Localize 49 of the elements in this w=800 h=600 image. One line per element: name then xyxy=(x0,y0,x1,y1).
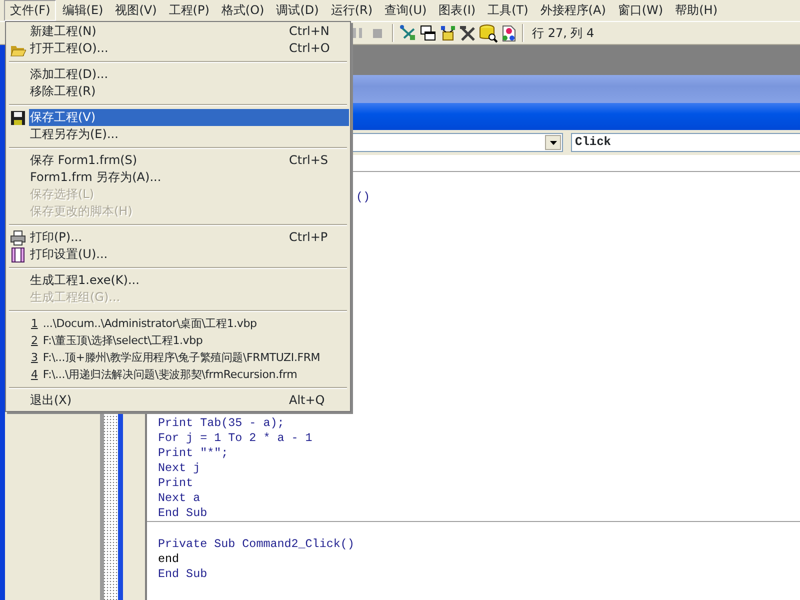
shortcut-text: Ctrl+O xyxy=(289,41,330,55)
procedure-dropdown[interactable]: Click xyxy=(571,133,800,152)
caret-icon xyxy=(550,140,556,144)
shortcut-text: Ctrl+N xyxy=(289,24,330,38)
shortcut-text: Ctrl+P xyxy=(289,230,328,244)
menu-item[interactable]: 运行(R) xyxy=(324,0,379,21)
code-line: Print xyxy=(158,476,194,490)
code-line: Print Tab(35 - a); xyxy=(158,416,284,430)
recent-file-number: 3 xyxy=(30,350,39,366)
database-search-icon[interactable] xyxy=(478,23,498,43)
menu-item[interactable]: 工具(T) xyxy=(482,0,534,21)
recent-file-number: 4 xyxy=(30,367,39,383)
menu-item[interactable]: 新建工程(N) Ctrl+N xyxy=(7,23,349,40)
recent-file-number: 1 xyxy=(30,316,39,332)
menu-item[interactable]: 视图(V) xyxy=(109,0,163,21)
diagram-icon[interactable] xyxy=(398,23,418,43)
menu-item[interactable]: 外接程序(A) xyxy=(534,0,612,21)
menu-item[interactable]: 打开工程(O)... Ctrl+O xyxy=(7,40,349,57)
menu-item[interactable]: 图表(I) xyxy=(432,0,482,21)
hammer-wrench-icon[interactable] xyxy=(458,23,478,43)
menu-item[interactable]: 移除工程(R) xyxy=(7,83,349,100)
menu-item[interactable]: 工程(P) xyxy=(162,0,216,21)
code-line: Private Sub Command2_Click() xyxy=(158,537,354,551)
menu-item[interactable]: 编辑(E) xyxy=(56,0,110,21)
menu-item[interactable]: 添加工程(D)... xyxy=(7,66,349,83)
menu-item[interactable]: 格式(O) xyxy=(215,0,270,21)
code-line: Print "*"; xyxy=(158,446,228,460)
page-icon xyxy=(10,246,26,262)
code-line: For j = 1 To 2 * a - 1 xyxy=(158,431,312,445)
cursor-position: 行 27, 列 4 xyxy=(531,25,594,42)
menu-item[interactable]: 查询(U) xyxy=(378,0,433,21)
printer-icon xyxy=(10,230,26,246)
code-line: End Sub xyxy=(158,506,208,520)
menu-item[interactable]: 窗口(W) xyxy=(612,0,670,21)
dropdown-button[interactable] xyxy=(545,135,561,150)
code-line: () xyxy=(355,190,372,205)
code-line: Next j xyxy=(158,461,200,475)
menu-item[interactable]: 工程另存为(E)... xyxy=(7,126,349,143)
windows-icon[interactable] xyxy=(418,23,438,43)
code-line: End Sub xyxy=(158,567,208,581)
shortcut-text: Ctrl+S xyxy=(289,153,328,167)
menu-item[interactable]: 文件(F) xyxy=(4,0,56,21)
cubes-icon[interactable] xyxy=(438,23,458,43)
recent-file-number: 2 xyxy=(30,333,39,349)
code-line: Next a xyxy=(158,491,200,505)
menu-item[interactable]: 调试(D) xyxy=(270,0,325,21)
menu-item[interactable]: 帮助(H) xyxy=(669,0,724,21)
shortcut-text: Alt+Q xyxy=(289,393,325,407)
code-line: end xyxy=(158,552,180,566)
